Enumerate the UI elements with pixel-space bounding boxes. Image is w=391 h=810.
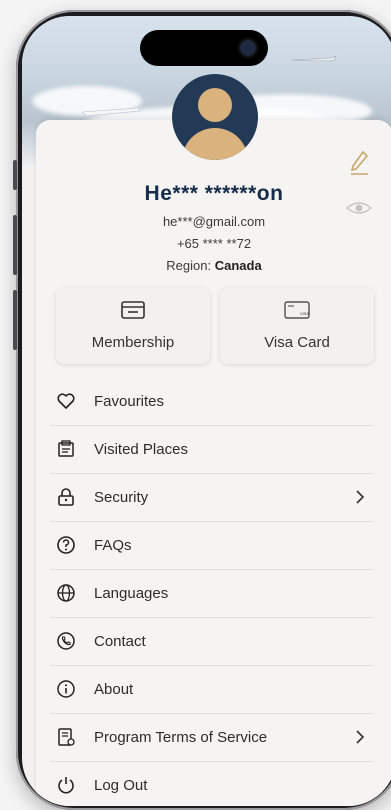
- volume-up-button: [13, 215, 17, 275]
- membership-card-icon: [121, 301, 145, 319]
- menu-label-about: About: [94, 681, 134, 698]
- menu-label-log-out: Log Out: [94, 777, 148, 794]
- menu-item-favourites[interactable]: Favourites: [50, 378, 372, 426]
- chevron-right-icon: [356, 730, 365, 744]
- profile-card: He*** ******on he***@gmail.com +65 **** …: [36, 120, 391, 806]
- app-screen: He*** ******on he***@gmail.com +65 **** …: [22, 16, 391, 806]
- visa-card-tile[interactable]: VISA Visa Card: [220, 288, 374, 364]
- heart-icon: [57, 393, 75, 409]
- visa-card-label: Visa Card: [264, 334, 330, 351]
- dynamic-island: [140, 30, 268, 66]
- user-email: he***@gmail.com: [162, 214, 266, 229]
- svg-text:VISA: VISA: [300, 311, 309, 316]
- question-icon: [57, 536, 75, 554]
- menu-label-contact: Contact: [94, 633, 146, 650]
- edit-pencil-icon[interactable]: [348, 150, 370, 176]
- membership-tile[interactable]: Membership: [56, 288, 210, 364]
- menu-item-security[interactable]: Security: [50, 474, 372, 522]
- menu-item-about[interactable]: About: [50, 666, 372, 714]
- visited-places-icon: [58, 440, 74, 457]
- membership-label: Membership: [91, 334, 175, 351]
- region-label: Region:: [166, 258, 212, 273]
- menu-label-security: Security: [94, 489, 149, 506]
- avatar[interactable]: [172, 74, 258, 160]
- camera-icon: [240, 40, 256, 56]
- visa-card-icon: VISA: [284, 301, 310, 319]
- menu-item-contact[interactable]: Contact: [50, 618, 372, 666]
- user-phone: +65 **** **72: [176, 236, 252, 251]
- globe-icon: [57, 584, 75, 602]
- document-icon: [58, 728, 75, 746]
- menu-label-visited-places: Visited Places: [94, 441, 188, 458]
- region-value: Canada: [214, 258, 262, 273]
- menu-item-faqs[interactable]: FAQs: [50, 522, 372, 570]
- user-region: Region: Canada: [36, 258, 391, 273]
- airplane-icon: [291, 55, 337, 64]
- mute-switch: [13, 160, 17, 190]
- menu-item-program-terms[interactable]: Program Terms of Service: [50, 714, 372, 762]
- lock-icon: [58, 488, 74, 506]
- menu-label-languages: Languages: [94, 585, 169, 602]
- menu-label-faqs: FAQs: [94, 537, 132, 554]
- menu-item-visited-places[interactable]: Visited Places: [50, 426, 372, 474]
- menu-label-program-terms: Program Terms of Service: [94, 729, 268, 746]
- user-name: He*** ******on: [144, 182, 284, 205]
- power-icon: [58, 777, 74, 794]
- airplane-wing-icon: [82, 107, 141, 117]
- menu-label-favourites: Favourites: [94, 393, 165, 410]
- chevron-right-icon: [356, 490, 365, 504]
- menu-item-log-out[interactable]: Log Out: [50, 762, 372, 806]
- phone-icon: [57, 632, 75, 650]
- volume-down-button: [13, 290, 17, 350]
- menu-item-languages[interactable]: Languages: [50, 570, 372, 618]
- quick-tiles: Membership VISA Visa Card: [56, 288, 376, 366]
- info-icon: [57, 680, 75, 698]
- settings-menu: Favourites Visited Places Security FAQs …: [50, 378, 372, 806]
